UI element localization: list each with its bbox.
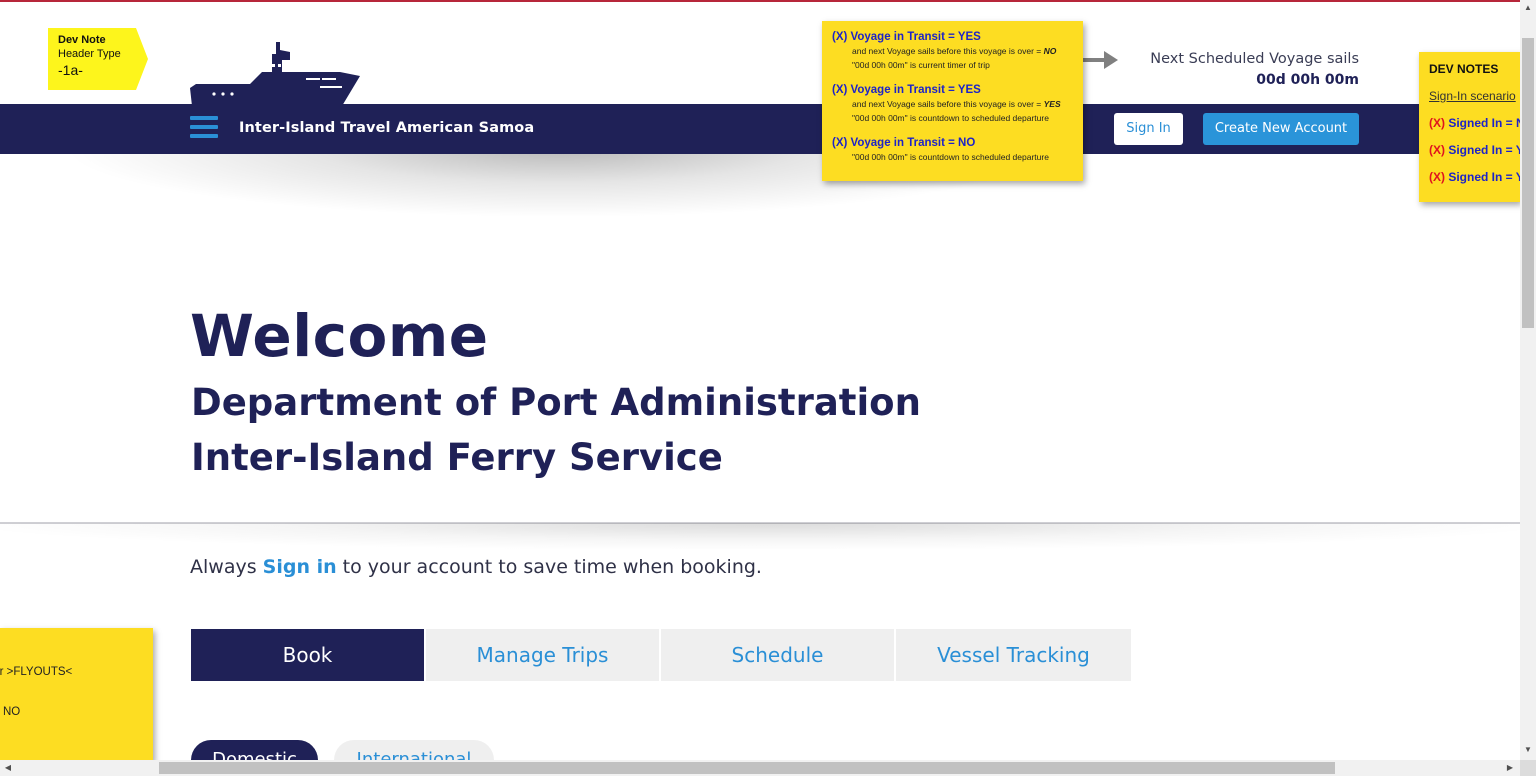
dev-notes-row: (X) Signed In = N <box>1429 116 1520 130</box>
scrollbar-corner <box>1520 760 1536 776</box>
flyout-note-line: for >FLYOUTS< <box>0 666 73 678</box>
dev-note-code: -1a- <box>58 62 83 78</box>
create-account-button[interactable]: Create New Account <box>1203 113 1359 145</box>
row-prefix: (X) <box>1429 116 1445 130</box>
next-voyage-label: Next Scheduled Voyage sails <box>1150 51 1359 67</box>
sign-in-link[interactable]: Sign in <box>263 556 337 578</box>
note-line: "00d 00h 00m" is countdown to scheduled … <box>852 113 1049 124</box>
note-heading: Voyage in Transit = NO <box>850 136 976 149</box>
prompt-text: to your account to save time when bookin… <box>336 556 762 578</box>
welcome-heading: Welcome <box>190 302 489 370</box>
horizontal-scrollbar[interactable]: ◀ ▶ <box>0 760 1520 776</box>
vertical-scrollbar[interactable]: ▲ ▼ <box>1520 0 1536 760</box>
note-line: "00d 00h 00m" is countdown to scheduled … <box>852 151 1049 162</box>
tab-manage-trips[interactable]: Manage Trips <box>426 629 659 681</box>
hero-subtitle-service: Inter-Island Ferry Service <box>191 436 723 479</box>
note-heading: Voyage in Transit = YES <box>850 83 981 96</box>
scroll-left-icon[interactable]: ◀ <box>0 760 16 776</box>
prompt-text: Always <box>190 556 263 578</box>
row-text: Signed In = N <box>1448 116 1520 130</box>
sign-in-scenario-link[interactable]: Sign-In scenario <box>1429 89 1520 103</box>
hero-shadow <box>0 523 1520 549</box>
hamburger-menu-icon[interactable] <box>190 116 218 142</box>
voyage-note: (X) Voyage in Transit = YES and next Voy… <box>832 31 1075 72</box>
note-emphasis: NO <box>1043 46 1057 56</box>
note-prefix: (X) <box>832 83 848 96</box>
arrow-right-icon <box>1082 51 1118 69</box>
brand-title[interactable]: Inter-Island Travel American Samoa <box>239 120 534 136</box>
tab-schedule[interactable]: Schedule <box>661 629 894 681</box>
main-tabs: Book Manage Trips Schedule Vessel Tracki… <box>191 629 1131 681</box>
voyage-note: (X) Voyage in Transit = NO "00d 00h 00m"… <box>832 137 1075 163</box>
note-line: and next Voyage sails before this voyage… <box>852 46 1044 56</box>
dev-note-tag: Dev Note Header Type -1a- <box>48 28 148 90</box>
row-text: Signed In = Y <box>1448 170 1520 184</box>
ship-logo-icon[interactable] <box>190 40 362 106</box>
flyout-note-box: for >FLYOUTS< NO <box>0 628 153 762</box>
dev-notes-title: DEV NOTES <box>1429 62 1499 76</box>
dev-notes-row: (X) Signed In = Y <box>1429 170 1520 184</box>
sign-in-button[interactable]: Sign In <box>1114 113 1183 145</box>
row-prefix: (X) <box>1429 143 1445 157</box>
scroll-down-icon[interactable]: ▼ <box>1520 742 1536 758</box>
horizontal-scroll-thumb[interactable] <box>159 762 1335 774</box>
tab-vessel-tracking[interactable]: Vessel Tracking <box>896 629 1131 681</box>
voyage-notes-box: (X) Voyage in Transit = YES and next Voy… <box>822 21 1083 181</box>
dev-notes-panel: DEV NOTES Sign-In scenario (X) Signed In… <box>1419 52 1520 202</box>
row-prefix: (X) <box>1429 170 1445 184</box>
top-accent-line <box>0 0 1536 2</box>
hero-subtitle-department: Department of Port Administration <box>191 381 921 424</box>
note-prefix: (X) <box>832 31 848 43</box>
voyage-note: (X) Voyage in Transit = YES and next Voy… <box>832 84 1075 125</box>
note-heading: Voyage in Transit = YES <box>850 31 981 43</box>
note-line: "00d 00h 00m" is current timer of trip <box>852 60 990 71</box>
note-prefix: (X) <box>832 136 848 149</box>
note-line: and next Voyage sails before this voyage… <box>852 98 1044 109</box>
dev-note-title: Dev Note <box>58 34 106 46</box>
vertical-scroll-thumb[interactable] <box>1522 38 1534 328</box>
dev-note-subtitle: Header Type <box>58 48 121 60</box>
sign-in-prompt: Always Sign in to your account to save t… <box>190 556 762 578</box>
scroll-right-icon[interactable]: ▶ <box>1502 760 1518 776</box>
scroll-up-icon[interactable]: ▲ <box>1520 0 1536 16</box>
note-emphasis: YES <box>1043 98 1061 109</box>
tab-book[interactable]: Book <box>191 629 424 681</box>
flyout-note-value: NO <box>3 706 21 718</box>
next-voyage-countdown: 00d 00h 00m <box>1256 72 1359 88</box>
dev-notes-row: (X) Signed In = Y <box>1429 143 1520 157</box>
row-text: Signed In = Y <box>1448 143 1520 157</box>
